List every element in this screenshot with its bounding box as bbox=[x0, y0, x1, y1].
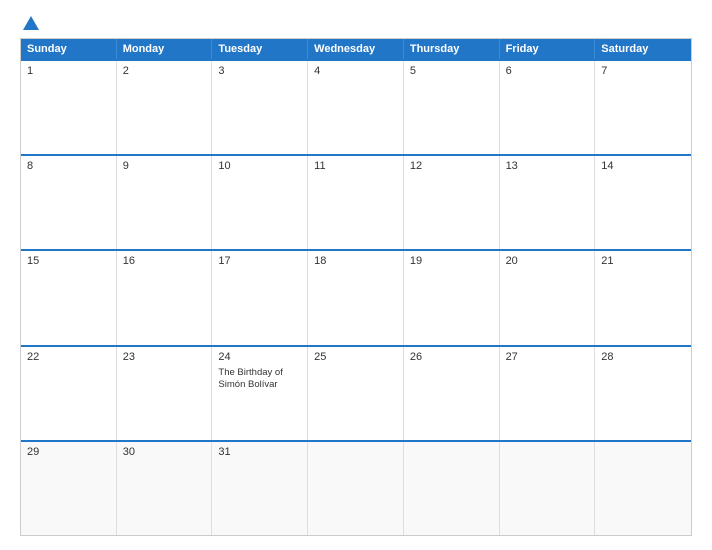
day-number: 31 bbox=[218, 446, 301, 458]
calendar-cell: 9 bbox=[117, 156, 213, 249]
day-number: 23 bbox=[123, 351, 206, 363]
day-number: 24 bbox=[218, 351, 301, 363]
day-number: 7 bbox=[601, 65, 685, 77]
calendar-cell: 15 bbox=[21, 251, 117, 344]
calendar-header-thursday: Thursday bbox=[404, 39, 500, 59]
calendar-cell bbox=[595, 442, 691, 535]
calendar-cell: 8 bbox=[21, 156, 117, 249]
calendar-header-tuesday: Tuesday bbox=[212, 39, 308, 59]
day-number: 30 bbox=[123, 446, 206, 458]
calendar-cell: 7 bbox=[595, 61, 691, 154]
calendar-cell: 4 bbox=[308, 61, 404, 154]
page-header bbox=[20, 18, 692, 30]
calendar-cell: 28 bbox=[595, 347, 691, 440]
logo-triangle-icon bbox=[23, 16, 39, 30]
calendar-cell: 1 bbox=[21, 61, 117, 154]
day-number: 3 bbox=[218, 65, 301, 77]
calendar-cell: 6 bbox=[500, 61, 596, 154]
calendar-week-1: 1234567 bbox=[21, 59, 691, 154]
day-number: 21 bbox=[601, 255, 685, 267]
calendar-cell bbox=[308, 442, 404, 535]
day-number: 16 bbox=[123, 255, 206, 267]
day-number: 22 bbox=[27, 351, 110, 363]
day-number: 12 bbox=[410, 160, 493, 172]
calendar-cell: 14 bbox=[595, 156, 691, 249]
day-number: 28 bbox=[601, 351, 685, 363]
day-number: 29 bbox=[27, 446, 110, 458]
calendar-cell: 23 bbox=[117, 347, 213, 440]
calendar-cell: 31 bbox=[212, 442, 308, 535]
calendar-header-wednesday: Wednesday bbox=[308, 39, 404, 59]
calendar-cell: 5 bbox=[404, 61, 500, 154]
day-number: 27 bbox=[506, 351, 589, 363]
calendar-body: 123456789101112131415161718192021222324T… bbox=[21, 59, 691, 535]
calendar-week-2: 8 9 10 11 12 13 14 bbox=[21, 154, 691, 249]
day-number: 20 bbox=[506, 255, 589, 267]
day-number: 14 bbox=[601, 160, 685, 172]
calendar-cell: 10 bbox=[212, 156, 308, 249]
calendar-cell: 11 bbox=[308, 156, 404, 249]
day-number: 19 bbox=[410, 255, 493, 267]
calendar-week-3: 15 16 17 18 19 20 21 bbox=[21, 249, 691, 344]
calendar-cell bbox=[500, 442, 596, 535]
calendar-header-friday: Friday bbox=[500, 39, 596, 59]
calendar-cell: 2 bbox=[117, 61, 213, 154]
calendar-week-5: 29 30 31 bbox=[21, 440, 691, 535]
day-number: 8 bbox=[27, 160, 110, 172]
calendar-cell: 13 bbox=[500, 156, 596, 249]
calendar-cell: 12 bbox=[404, 156, 500, 249]
calendar-header: SundayMondayTuesdayWednesdayThursdayFrid… bbox=[21, 39, 691, 59]
calendar-page: SundayMondayTuesdayWednesdayThursdayFrid… bbox=[0, 0, 712, 550]
calendar-header-monday: Monday bbox=[117, 39, 213, 59]
day-number: 6 bbox=[506, 65, 589, 77]
calendar-cell: 26 bbox=[404, 347, 500, 440]
day-number: 13 bbox=[506, 160, 589, 172]
calendar-cell: 30 bbox=[117, 442, 213, 535]
calendar-cell: 29 bbox=[21, 442, 117, 535]
day-number: 2 bbox=[123, 65, 206, 77]
calendar-header-saturday: Saturday bbox=[595, 39, 691, 59]
day-number: 18 bbox=[314, 255, 397, 267]
day-event: The Birthday of Simón Bolívar bbox=[218, 367, 301, 392]
day-number: 9 bbox=[123, 160, 206, 172]
day-number: 4 bbox=[314, 65, 397, 77]
calendar-grid: SundayMondayTuesdayWednesdayThursdayFrid… bbox=[20, 38, 692, 536]
calendar-cell: 21 bbox=[595, 251, 691, 344]
calendar-cell: 20 bbox=[500, 251, 596, 344]
day-number: 26 bbox=[410, 351, 493, 363]
day-number: 5 bbox=[410, 65, 493, 77]
calendar-cell: 27 bbox=[500, 347, 596, 440]
calendar-week-4: 22 23 24 The Birthday of Simón Bolívar 25 26 2… bbox=[21, 345, 691, 440]
calendar-cell: 24 The Birthday of Simón Bolívar bbox=[212, 347, 308, 440]
day-number: 10 bbox=[218, 160, 301, 172]
day-number: 11 bbox=[314, 160, 397, 172]
calendar-cell: 19 bbox=[404, 251, 500, 344]
calendar-cell: 22 bbox=[21, 347, 117, 440]
calendar-cell: 18 bbox=[308, 251, 404, 344]
calendar-cell: 3 bbox=[212, 61, 308, 154]
calendar-cell: 25 bbox=[308, 347, 404, 440]
logo bbox=[20, 18, 39, 30]
day-number: 17 bbox=[218, 255, 301, 267]
calendar-cell bbox=[404, 442, 500, 535]
calendar-cell: 16 bbox=[117, 251, 213, 344]
day-number: 25 bbox=[314, 351, 397, 363]
calendar-header-sunday: Sunday bbox=[21, 39, 117, 59]
calendar-cell: 17 bbox=[212, 251, 308, 344]
day-number: 15 bbox=[27, 255, 110, 267]
day-number: 1 bbox=[27, 65, 110, 77]
